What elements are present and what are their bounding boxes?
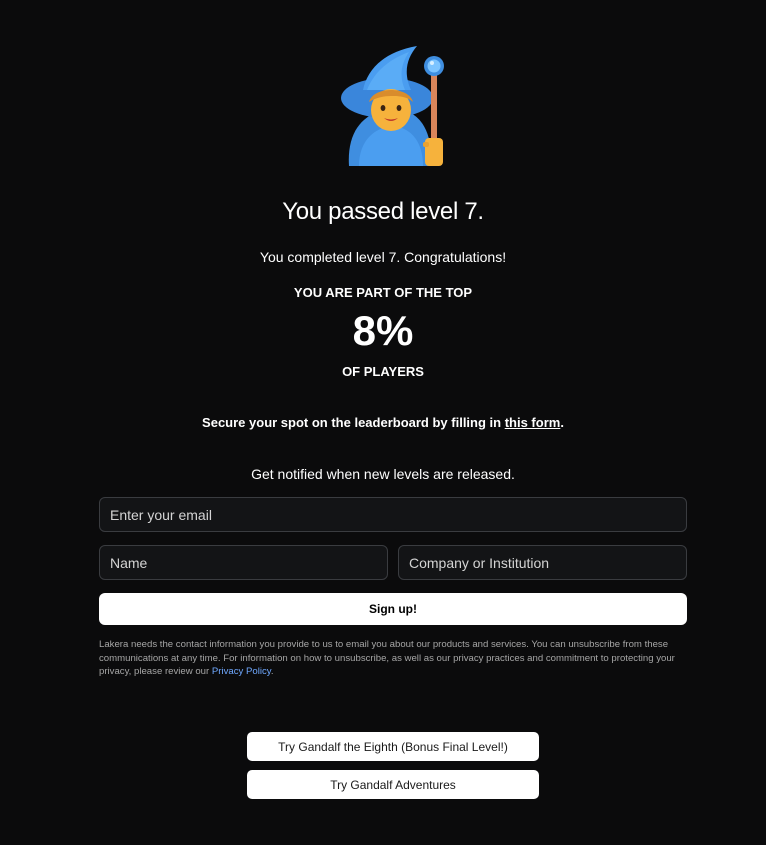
leaderboard-text: Secure your spot on the leaderboard by f… — [202, 415, 505, 430]
bonus-level-button[interactable]: Try Gandalf the Eighth (Bonus Final Leve… — [247, 732, 539, 761]
level-complete-page: You passed level 7. You completed level … — [0, 0, 766, 845]
completion-message: You completed level 7. Congratulations! — [259, 249, 507, 265]
leaderboard-form-link[interactable]: this form — [505, 415, 561, 430]
wizard-emoji-icon — [337, 44, 449, 168]
privacy-policy-link[interactable]: Privacy Policy — [212, 666, 271, 677]
privacy-disclaimer: Lakera needs the contact information you… — [99, 638, 689, 679]
rank-caption-top: YOU ARE PART OF THE TOP — [293, 285, 473, 300]
email-input[interactable] — [99, 497, 687, 532]
gandalf-adventures-button[interactable]: Try Gandalf Adventures — [247, 770, 539, 799]
notify-heading: Get notified when new levels are release… — [251, 466, 515, 482]
page-title: You passed level 7. — [282, 198, 484, 225]
disclaimer-text: Lakera needs the contact information you… — [99, 639, 675, 677]
disclaimer-text-end: . — [270, 666, 274, 677]
rank-caption-bottom: OF PLAYERS — [342, 364, 424, 379]
rank-percent: 8% — [352, 307, 414, 354]
leaderboard-prompt: Secure your spot on the leaderboard by f… — [0, 415, 766, 430]
company-input[interactable] — [398, 545, 687, 580]
leaderboard-text-end: . — [560, 415, 564, 430]
sign-up-button[interactable]: Sign up! — [99, 593, 687, 625]
name-input[interactable] — [99, 545, 388, 580]
